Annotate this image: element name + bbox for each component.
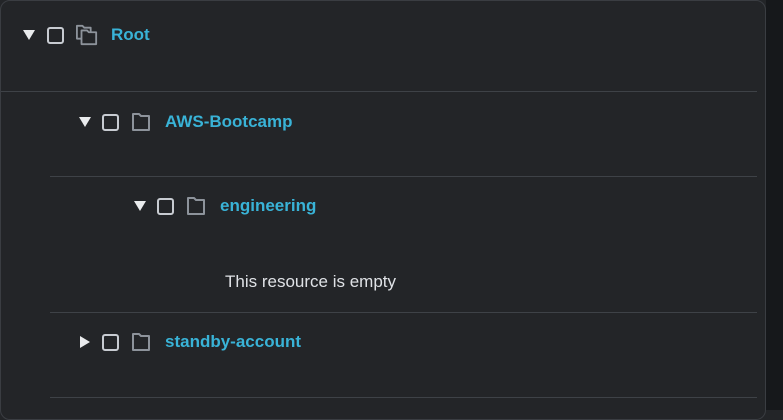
caret-down-icon[interactable] <box>132 198 148 214</box>
empty-resource-message: This resource is empty <box>225 272 396 291</box>
folder-icon <box>131 332 153 352</box>
tree-node-root: Root <box>21 23 150 47</box>
row-divider <box>50 176 757 177</box>
folder-icon <box>131 112 153 132</box>
folder-icon <box>186 196 208 216</box>
node-link-root[interactable]: Root <box>111 25 150 45</box>
caret-down-icon[interactable] <box>77 114 93 130</box>
tree-node-standby-account: standby-account <box>77 330 301 354</box>
node-link-aws-bootcamp[interactable]: AWS-Bootcamp <box>165 112 293 132</box>
tree-node-aws-bootcamp: AWS-Bootcamp <box>77 110 293 134</box>
tree-node-engineering: engineering <box>132 194 316 218</box>
caret-down-icon[interactable] <box>21 27 37 43</box>
row-divider <box>1 91 757 92</box>
standby-account-checkbox[interactable] <box>102 333 119 351</box>
engineering-checkbox[interactable] <box>157 197 174 215</box>
node-link-standby-account[interactable]: standby-account <box>165 332 301 352</box>
root-checkbox[interactable] <box>47 26 64 44</box>
row-divider <box>50 312 757 313</box>
row-divider <box>50 397 757 398</box>
scrollbar-track[interactable] <box>766 0 783 410</box>
node-link-engineering[interactable]: engineering <box>220 196 316 216</box>
folder-stack-icon <box>76 24 98 46</box>
caret-right-icon[interactable] <box>77 334 93 350</box>
aws-bootcamp-checkbox[interactable] <box>102 113 119 131</box>
organization-tree-panel: Root AWS-Bootcamp engineering This resou… <box>0 0 766 420</box>
